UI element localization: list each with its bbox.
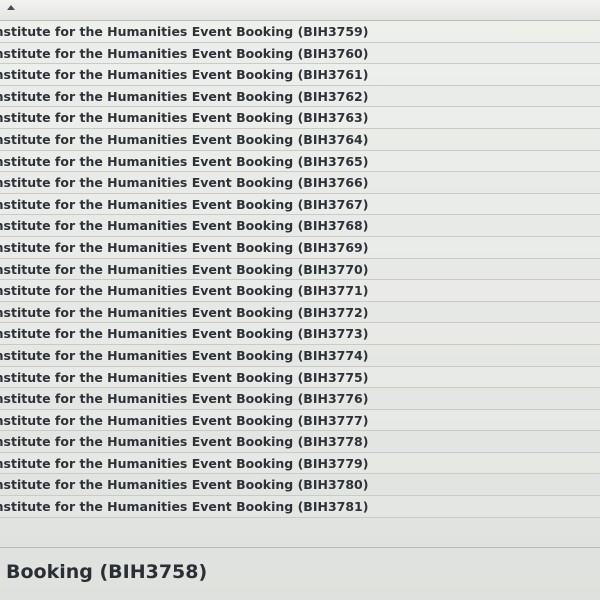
list-item[interactable]: Institute for the Humanities Event Booki…	[0, 388, 600, 410]
list-item[interactable]: Institute for the Humanities Event Booki…	[0, 259, 600, 281]
column-header[interactable]	[0, 0, 600, 21]
list-item[interactable]: Institute for the Humanities Event Booki…	[0, 86, 600, 108]
list-item[interactable]: Institute for the Humanities Event Booki…	[0, 474, 600, 497]
screen: Institute for the Humanities Event Booki…	[0, 0, 600, 600]
list-item[interactable]: Institute for the Humanities Event Booki…	[0, 150, 600, 173]
list-item[interactable]: Institute for the Humanities Event Booki…	[0, 302, 600, 324]
list-item[interactable]: Institute for the Humanities Event Booki…	[0, 409, 600, 432]
list-item[interactable]: Institute for the Humanities Event Booki…	[0, 64, 600, 86]
list-item[interactable]: Institute for the Humanities Event Booki…	[0, 43, 600, 65]
sort-ascending-icon[interactable]	[7, 5, 15, 10]
list-item[interactable]: Institute for the Humanities Event Booki…	[0, 236, 600, 259]
list-item[interactable]: Institute for the Humanities Event Booki…	[0, 366, 600, 389]
list-item[interactable]: Institute for the Humanities Event Booki…	[0, 172, 600, 194]
list-item[interactable]: Institute for the Humanities Event Booki…	[0, 193, 600, 216]
list-item[interactable]: Institute for the Humanities Event Booki…	[0, 21, 600, 43]
list-item[interactable]: Institute for the Humanities Event Booki…	[0, 431, 600, 453]
list-item[interactable]: Institute for the Humanities Event Booki…	[0, 323, 600, 345]
list-item[interactable]: Institute for the Humanities Event Booki…	[0, 345, 600, 367]
detail-title: Booking (BIH3758)	[6, 561, 208, 583]
list-item[interactable]: Institute for the Humanities Event Booki…	[0, 280, 600, 302]
list-item[interactable]: Institute for the Humanities Event Booki…	[0, 215, 600, 237]
list-item[interactable]: Institute for the Humanities Event Booki…	[0, 496, 600, 518]
message-list: Institute for the Humanities Event Booki…	[0, 21, 600, 518]
list-item[interactable]: Institute for the Humanities Event Booki…	[0, 129, 600, 151]
list-item[interactable]: Institute for the Humanities Event Booki…	[0, 107, 600, 129]
list-item[interactable]: Institute for the Humanities Event Booki…	[0, 452, 600, 475]
list-divider	[0, 547, 600, 548]
